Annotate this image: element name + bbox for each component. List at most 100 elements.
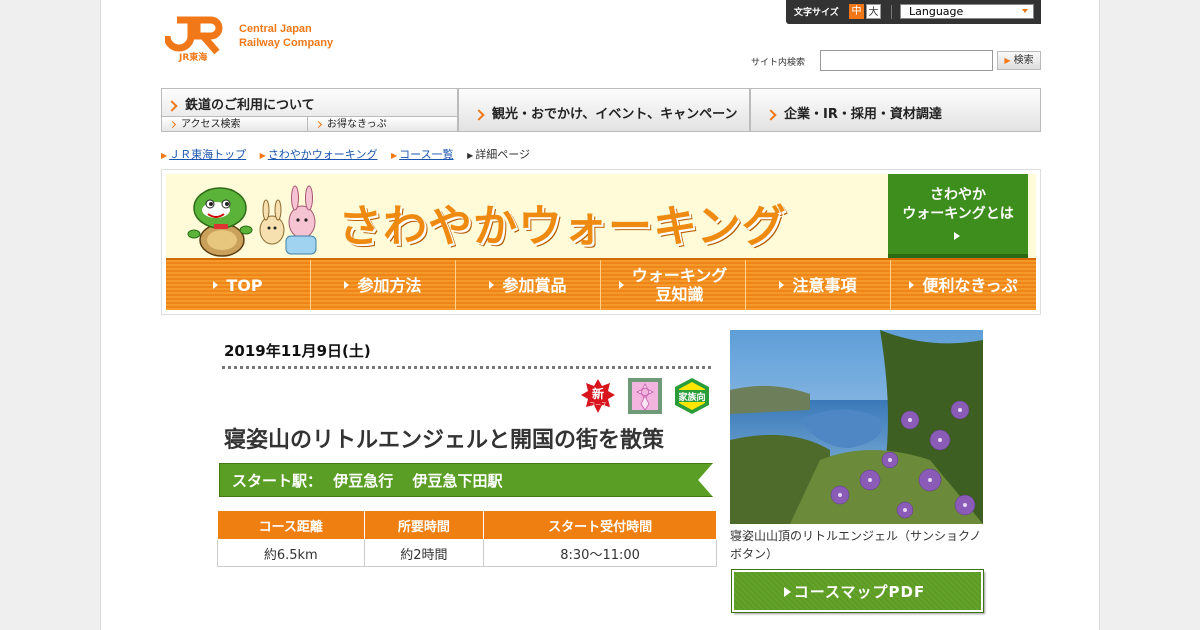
arrow-right-icon (489, 281, 495, 289)
language-select[interactable]: Language (900, 4, 1034, 19)
breadcrumb-marker-icon: ▶ (390, 151, 398, 160)
start-station-bar: スタート駅： 伊豆急行 伊豆急下田駅 (219, 463, 713, 497)
breadcrumb-link-jr-top[interactable]: ＪＲ東海トップ (169, 148, 246, 161)
banner-header: さわやかウォーキング さわやか ウォーキングとは (166, 174, 1036, 258)
gnav-corporate-text: 企業・IR・採用・資材調達 (765, 103, 942, 122)
walking-nav-how-to-join[interactable]: 参加方法 (311, 260, 456, 310)
course-info-table: コース距離 所要時間 スタート受付時間 約6.5km 約2時間 8:30～11:… (217, 510, 717, 567)
gnav-tour-link[interactable]: 観光・おでかけ、イベント、キャンペーン (458, 88, 750, 132)
site-search-input[interactable] (820, 50, 993, 71)
walking-nav-label: 便利なきっぷ (922, 275, 1018, 295)
course-title: 寝姿山のリトルエンジェルと開国の街を散策 (224, 428, 665, 453)
about-walking-line-2: ウォーキングとは (902, 206, 1014, 222)
utility-bar: 文字サイズ 中 大 Language (786, 0, 1041, 24)
breadcrumb-link-walking[interactable]: さわやかウォーキング (268, 148, 378, 161)
divider (891, 5, 892, 19)
table-header-distance: コース距離 (217, 510, 365, 540)
search-button[interactable]: ▶ 検索 (997, 51, 1041, 70)
arrow-right-icon (213, 281, 219, 289)
table-header-duration: 所要時間 (363, 510, 485, 540)
jr-logo-mark-icon: JR東海 (165, 16, 223, 62)
chevron-down-icon (1022, 9, 1028, 13)
course-map-pdf-label: コースマップPDF (793, 583, 926, 601)
course-photo (730, 330, 983, 524)
chevron-right-icon (168, 120, 177, 128)
gnav-rail: 鉄道のご利用について アクセス検索 お得なきっぷ (161, 88, 458, 132)
site-search-label: サイト内検索 (751, 58, 806, 68)
logo-text: Central Japan Railway Company (239, 22, 333, 50)
flower-season-badge-icon (628, 378, 662, 414)
walking-nav-tickets[interactable]: 便利なきっぷ (891, 260, 1036, 310)
distance-value: 約6.5km (217, 539, 365, 567)
svg-text:新: 新 (592, 386, 604, 401)
walking-nav-tips[interactable]: ウォーキング 豆知識 (601, 260, 746, 310)
walking-nav-label-multiline: ウォーキング 豆知識 (632, 266, 728, 304)
divider (222, 366, 711, 369)
gnav-discount-ticket-link[interactable]: お得なきっぷ (308, 116, 457, 131)
breadcrumb-marker-icon: ▶ (161, 151, 168, 160)
walking-banner: さわやかウォーキング さわやか ウォーキングとは TOP 参加方法 参加賞品 ウ… (161, 169, 1041, 315)
gnav-rail-link[interactable]: 鉄道のご利用について (166, 94, 315, 113)
gnav-tour-text: 観光・おでかけ、イベント、キャンペーン (473, 103, 738, 122)
table-header-start-time: スタート受付時間 (483, 510, 717, 540)
arrow-right-icon (909, 281, 915, 289)
start-time-value: 8:30～11:00 (483, 539, 717, 567)
walking-nav-top[interactable]: TOP (166, 260, 311, 310)
event-date: 2019年11月9日(土) (224, 342, 371, 360)
gnav-rail-label: 鉄道のご利用について (185, 98, 315, 113)
chevron-right-icon (473, 108, 485, 121)
start-station-label: スタート駅： (232, 472, 323, 490)
logo-line-2: Railway Company (239, 37, 334, 49)
breadcrumb: ▶ ＪＲ東海トップ ▶ さわやかウォーキング ▶ コース一覧 ▶ 詳細ページ (161, 146, 530, 162)
arrow-right-icon (954, 232, 960, 240)
table-header-row: コース距離 所要時間 スタート受付時間 (217, 510, 717, 540)
gnav-tour-label: 観光・おでかけ、イベント、キャンペーン (492, 107, 738, 122)
breadcrumb-marker-icon: ▶ (467, 151, 474, 160)
about-walking-text: さわやか ウォーキングとは (888, 186, 1028, 224)
chevron-right-icon (314, 120, 323, 128)
font-size-medium-button[interactable]: 中 (849, 4, 864, 19)
gnav-discount-ticket-label: お得なきっぷ (327, 119, 387, 130)
search-button-label: 検索 (1013, 55, 1034, 66)
breadcrumb-current: 詳細ページ (475, 148, 531, 161)
duration-value: 約2時間 (363, 539, 485, 567)
arrow-right-icon (618, 281, 624, 289)
walking-nav-label: 参加方法 (357, 275, 422, 295)
about-walking-button[interactable]: さわやか ウォーキングとは (888, 174, 1028, 258)
gnav-access-search-link[interactable]: アクセス検索 (162, 116, 308, 131)
chevron-right-icon (765, 108, 777, 121)
svg-text:JR東海: JR東海 (178, 51, 207, 62)
walking-nav-prizes[interactable]: 参加賞品 (456, 260, 601, 310)
walking-nav-label: 注意事項 (792, 275, 857, 295)
svg-text:家族向: 家族向 (678, 391, 705, 403)
gnav-corporate-link[interactable]: 企業・IR・採用・資材調達 (750, 88, 1041, 132)
walking-nav-label: 参加賞品 (502, 275, 567, 295)
banner-title: さわやかウォーキング (338, 201, 787, 252)
arrow-right-icon (779, 281, 785, 289)
photo-caption: 寝姿山山頂のリトルエンジェル（サンショクノボタン） (730, 529, 982, 561)
chevron-right-icon (166, 99, 178, 112)
about-walking-line-1: さわやか (930, 187, 986, 203)
new-course-badge-icon: 新 コース (581, 379, 615, 413)
font-size-large-button[interactable]: 大 (866, 4, 881, 19)
gnav-access-search-label: アクセス検索 (181, 119, 241, 130)
arrow-right-icon: ▶ (1004, 56, 1011, 65)
course-map-pdf-button[interactable]: コースマップPDF (732, 570, 983, 612)
svg-text:コース: コース (589, 402, 607, 409)
breadcrumb-link-course-list[interactable]: コース一覧 (399, 148, 453, 161)
page: JR東海 Central Japan Railway Company 文字サイズ… (100, 0, 1100, 630)
logo-line-1: Central Japan (239, 23, 312, 35)
walking-nav-label: 豆知識 (655, 285, 704, 304)
language-select-label: Language (909, 5, 964, 18)
start-station-text: スタート駅： 伊豆急行 伊豆急下田駅 (232, 470, 503, 491)
walking-nav-label: TOP (226, 275, 263, 295)
walking-nav-cautions[interactable]: 注意事項 (746, 260, 891, 310)
table-row: 約6.5km 約2時間 8:30～11:00 (217, 539, 717, 567)
mascot-characters-icon (187, 185, 317, 257)
jr-central-logo[interactable]: JR東海 Central Japan Railway Company (165, 16, 365, 66)
start-railway-line: 伊豆急行 (333, 472, 394, 490)
walking-nav: TOP 参加方法 参加賞品 ウォーキング 豆知識 注意事項 便利なきっぷ (166, 258, 1036, 310)
start-station-name: 伊豆急下田駅 (412, 472, 503, 490)
gnav-corporate-label: 企業・IR・採用・資材調達 (784, 107, 942, 122)
breadcrumb-marker-icon: ▶ (259, 151, 266, 160)
